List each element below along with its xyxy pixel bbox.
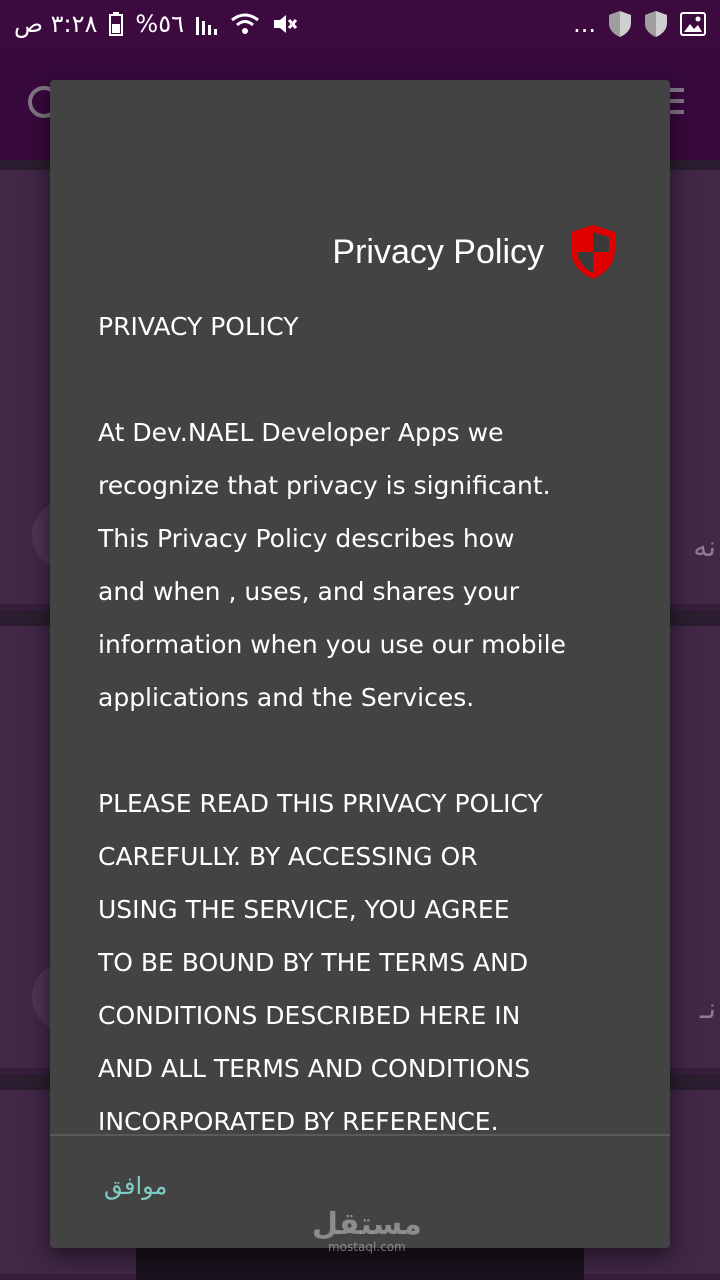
status-bar: ٣:٢٨ ص %٥٦ ... [0, 0, 720, 48]
image-icon [680, 12, 706, 36]
shield-icon [568, 223, 618, 281]
battery-percent: %٥٦ [135, 10, 185, 38]
policy-paragraph: PLEASE READ THIS PRIVACY POLICY CAREFULL… [98, 789, 543, 1136]
privacy-policy-dialog: Privacy Policy PRIVACY POLICY At Dev.NAE… [50, 80, 670, 1248]
mute-icon [272, 12, 298, 36]
battery-icon [109, 12, 124, 36]
dialog-title: Privacy Policy [332, 232, 544, 271]
agree-button[interactable]: موافق [90, 1166, 181, 1206]
status-time: ٣:٢٨ ص [14, 10, 98, 38]
policy-paragraph: At Dev.NAEL Developer Apps we recognize … [98, 418, 566, 712]
dialog-body[interactable]: PRIVACY POLICY At Dev.NAEL Developer App… [98, 300, 638, 1136]
status-right: ... [573, 10, 706, 38]
signal-icon [196, 13, 218, 35]
status-overflow: ... [573, 10, 596, 38]
dialog-header: Privacy Policy [50, 220, 670, 284]
shield-status-icon-2 [644, 10, 668, 38]
status-left: ٣:٢٨ ص %٥٦ [14, 10, 298, 38]
watermark-arabic: مستقل [312, 1207, 422, 1242]
shield-status-icon [608, 10, 632, 38]
screen: ٣:٢٨ ص %٥٦ ... نه نـ Privacy Policy PRIV… [0, 0, 720, 1280]
watermark-latin: mostaql.com [327, 1240, 406, 1254]
wifi-icon [230, 12, 260, 36]
policy-heading: PRIVACY POLICY [98, 312, 299, 341]
watermark: مستقل mostaql.com [312, 1207, 422, 1255]
dialog-divider [50, 1134, 670, 1136]
